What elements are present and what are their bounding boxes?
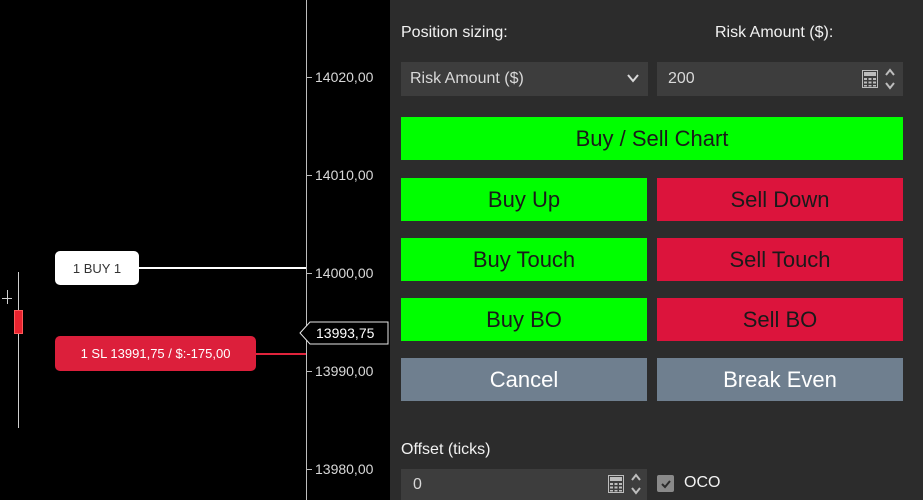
candle-wick: [18, 272, 19, 428]
sell-bo-button[interactable]: Sell BO: [657, 298, 903, 341]
offset-input[interactable]: 0: [401, 469, 647, 500]
crosshair-vertical: [7, 290, 8, 304]
trading-window: 14020,00 14010,00 14000,00 13990,00 1398…: [0, 0, 923, 500]
axis-tick-label: 14020,00: [315, 69, 374, 85]
buy-touch-button[interactable]: Buy Touch: [401, 238, 647, 281]
price-chart[interactable]: 14020,00 14010,00 14000,00 13990,00 1398…: [0, 0, 390, 500]
spinner-arrows-icon[interactable]: [885, 68, 895, 95]
buy-bo-button[interactable]: Buy BO: [401, 298, 647, 341]
risk-amount-label: Risk Amount ($):: [715, 24, 834, 41]
buy-up-button[interactable]: Buy Up: [401, 178, 647, 221]
checkmark-icon: [660, 479, 671, 488]
axis-tick: [306, 371, 312, 372]
axis-tick: [306, 77, 312, 78]
axis-tick: [306, 175, 312, 176]
axis-tick-label: 14000,00: [315, 265, 374, 281]
axis-tick: [306, 469, 312, 470]
offset-value: 0: [413, 475, 422, 493]
cancel-button[interactable]: Cancel: [401, 358, 647, 401]
axis-tick: [306, 273, 312, 274]
axis-tick-label: 13980,00: [315, 461, 374, 477]
axis-tick-label: 13990,00: [315, 363, 374, 379]
position-sizing-value: Risk Amount ($): [410, 70, 524, 87]
current-price-label: 13993,75: [316, 325, 375, 341]
calculator-icon[interactable]: [608, 475, 624, 498]
oco-label: OCO: [684, 474, 721, 491]
stop-loss-order-label[interactable]: 1 SL 13991,75 / $:-175,00: [55, 336, 256, 371]
price-axis-line: [306, 0, 307, 500]
buy-sell-chart-button[interactable]: Buy / Sell Chart: [401, 117, 903, 160]
offset-label: Offset (ticks): [401, 441, 491, 458]
axis-tick-label: 14010,00: [315, 167, 374, 183]
spinner-arrows-icon[interactable]: [631, 473, 641, 500]
position-sizing-select[interactable]: Risk Amount ($): [401, 62, 648, 96]
risk-amount-input[interactable]: 200: [657, 62, 903, 96]
current-price-marker: 13993,75: [299, 321, 389, 345]
stop-loss-line[interactable]: [255, 353, 306, 355]
risk-amount-value: 200: [668, 70, 695, 87]
oco-checkbox[interactable]: [657, 475, 674, 492]
chevron-down-icon: [626, 71, 640, 90]
sell-touch-button[interactable]: Sell Touch: [657, 238, 903, 281]
order-panel: Position sizing: Risk Amount ($): Risk A…: [390, 0, 923, 500]
candle-body: [14, 310, 23, 334]
position-sizing-label: Position sizing:: [401, 24, 508, 41]
break-even-button[interactable]: Break Even: [657, 358, 903, 401]
sell-down-button[interactable]: Sell Down: [657, 178, 903, 221]
calculator-icon[interactable]: [862, 70, 878, 93]
buy-order-label[interactable]: 1 BUY 1: [55, 251, 139, 285]
buy-order-line[interactable]: [138, 267, 306, 269]
